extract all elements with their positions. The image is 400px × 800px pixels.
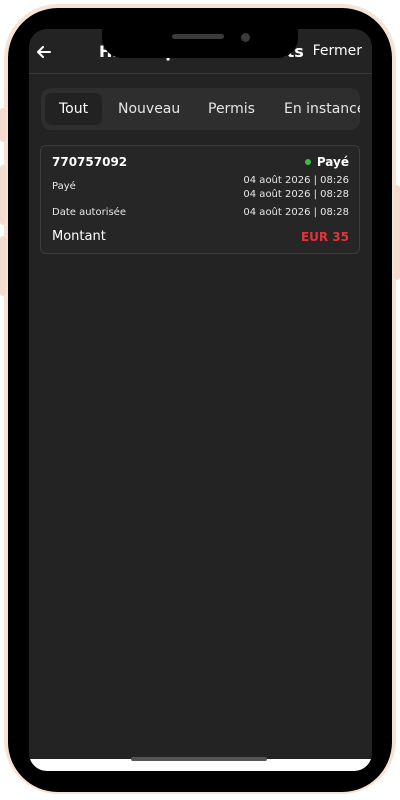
withdrawal-card[interactable]: 770757092 Payé Payé 04 août 2026 | 08:26…	[40, 145, 360, 254]
paid-date-1: 04 août 2026 | 08:26	[243, 175, 349, 186]
amount-value: EUR 35	[300, 230, 349, 244]
tab-en-instance[interactable]: En instance	[284, 93, 360, 125]
status-text: Payé	[316, 155, 349, 169]
tab-nouveau[interactable]: Nouveau	[118, 93, 180, 125]
phone-notch	[102, 26, 298, 58]
speaker-grille	[172, 34, 224, 39]
back-button[interactable]	[33, 41, 55, 63]
tab-tout[interactable]: Tout	[45, 93, 103, 125]
phone-side-button-right	[394, 185, 400, 280]
home-indicator[interactable]	[131, 757, 267, 761]
status-badge: Payé	[304, 155, 349, 169]
app-screen: Historique des retraits Fermer Tout Nouv…	[29, 29, 372, 771]
close-button[interactable]: Fermer	[313, 43, 362, 59]
paid-label: Payé	[52, 181, 76, 192]
phone-side-button-left-3	[0, 236, 6, 296]
bottom-bar	[29, 757, 372, 771]
tab-permis[interactable]: Permis	[208, 93, 255, 125]
authorized-date-label: Date autorisée	[52, 207, 126, 218]
arrow-left-icon	[37, 46, 51, 58]
status-tabs: Tout Nouveau Permis En instance	[41, 88, 360, 130]
front-camera-icon	[241, 33, 250, 42]
phone-side-button-left-2	[0, 165, 6, 225]
phone-side-button-left-1	[0, 108, 6, 142]
paid-date-2: 04 août 2026 | 08:28	[243, 189, 349, 200]
amount-label: Montant	[52, 229, 106, 244]
status-dot-icon	[304, 159, 311, 165]
withdrawal-id: 770757092	[52, 155, 128, 169]
authorized-date-value: 04 août 2026 | 08:28	[243, 207, 349, 218]
